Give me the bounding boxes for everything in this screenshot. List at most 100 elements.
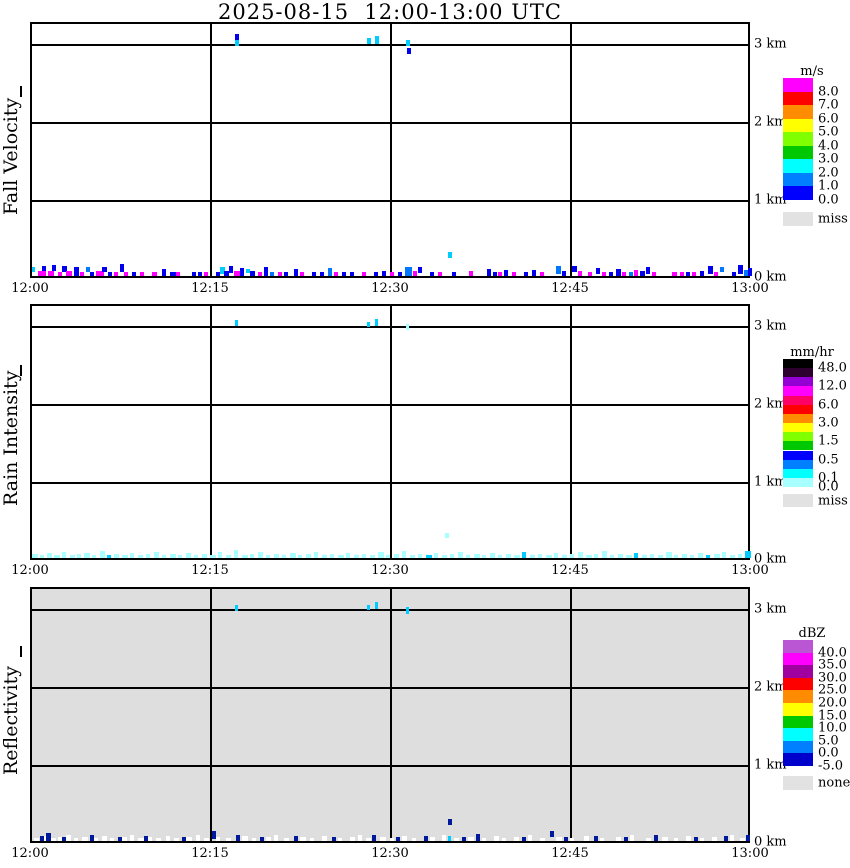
data-cell <box>140 272 144 276</box>
data-cell <box>47 553 52 558</box>
legend-band <box>783 92 813 106</box>
data-cell <box>40 555 44 558</box>
legend-label: 12.0 <box>818 379 847 394</box>
data-cell <box>666 552 672 558</box>
data-cell <box>70 555 75 558</box>
data-cell <box>658 555 663 558</box>
data-cell <box>708 266 713 274</box>
legend-band <box>783 377 813 386</box>
data-cell <box>120 264 124 272</box>
data-cell <box>692 272 696 276</box>
data-cell <box>216 837 220 841</box>
data-cell <box>322 555 327 558</box>
data-cell <box>42 266 46 271</box>
data-cell <box>650 554 654 558</box>
data-cell <box>468 837 474 841</box>
data-cell <box>652 272 656 276</box>
data-cell <box>594 554 598 558</box>
xtick: 12:00 <box>11 563 48 578</box>
legend-band <box>783 741 813 754</box>
legend-band <box>783 405 813 414</box>
legend-band <box>783 368 813 377</box>
data-cell <box>300 272 304 276</box>
data-cell <box>610 555 614 558</box>
data-cell <box>62 552 66 558</box>
data-cell <box>226 555 231 558</box>
data-cell <box>686 272 690 276</box>
data-cell <box>738 554 742 558</box>
data-cell <box>242 836 248 841</box>
data-cell <box>469 271 473 276</box>
data-cell <box>320 272 324 276</box>
data-cell <box>482 555 486 558</box>
data-cell <box>204 838 209 841</box>
data-cell <box>328 268 332 276</box>
data-cell <box>367 605 370 610</box>
data-cell <box>438 272 442 276</box>
ytick-3km: 3 km <box>754 319 787 334</box>
data-cell <box>270 272 274 276</box>
legend-missing-band <box>783 494 813 507</box>
data-cell <box>588 272 592 276</box>
data-cell <box>186 837 192 841</box>
data-cell <box>290 553 296 558</box>
data-cell <box>512 272 516 276</box>
data-cell <box>378 552 384 558</box>
data-cell <box>235 605 238 611</box>
legend-band <box>783 173 813 187</box>
xtick: 12:45 <box>551 563 588 578</box>
xtick: 12:15 <box>191 563 228 578</box>
data-cell <box>258 272 262 276</box>
data-cell <box>306 554 311 558</box>
data-cell <box>236 835 240 841</box>
data-cell <box>52 265 56 271</box>
legend-band <box>783 414 813 423</box>
data-cell <box>396 837 400 841</box>
data-cell <box>700 271 704 276</box>
legend-missing-label: none <box>818 776 850 791</box>
xtick: 12:00 <box>11 846 48 861</box>
data-cell <box>62 837 66 841</box>
data-cell <box>426 555 432 558</box>
data-cell <box>740 838 745 841</box>
data-cell <box>342 272 346 276</box>
data-cell <box>40 836 44 841</box>
data-cell <box>714 272 718 276</box>
data-cell <box>74 838 78 841</box>
data-cell <box>367 322 370 327</box>
ytick-2km: 2 km <box>754 680 787 695</box>
data-cell <box>618 554 623 558</box>
data-cell <box>375 319 378 326</box>
legend-band <box>783 703 813 716</box>
data-cell <box>634 270 638 276</box>
legend-label: 6.0 <box>818 397 839 412</box>
legend-band <box>783 678 813 691</box>
legend-label: 1.5 <box>818 434 839 449</box>
data-cell <box>122 555 128 558</box>
data-cell <box>242 555 248 558</box>
data-cell <box>90 835 94 841</box>
data-cell <box>386 555 390 558</box>
legend-missing-label: miss <box>818 493 848 508</box>
data-cell <box>602 272 606 276</box>
data-cell <box>682 554 687 558</box>
data-cell <box>466 555 470 558</box>
data-cell <box>487 269 491 276</box>
legend-band <box>783 396 813 405</box>
data-cell <box>114 554 119 558</box>
data-cell <box>358 835 362 841</box>
data-cell <box>550 831 554 837</box>
data-cell <box>258 552 263 558</box>
legend-label: 0.5 <box>818 452 839 467</box>
data-cell <box>674 838 678 841</box>
data-cell <box>152 272 157 276</box>
data-cell <box>662 837 668 841</box>
data-cell <box>122 837 127 841</box>
data-layer-rain-intensity <box>32 306 748 558</box>
data-cell <box>458 552 463 558</box>
data-cell <box>144 836 148 841</box>
data-cell <box>694 837 698 841</box>
data-cell <box>418 554 422 558</box>
xtick: 12:15 <box>191 846 228 861</box>
data-cell <box>629 272 633 276</box>
